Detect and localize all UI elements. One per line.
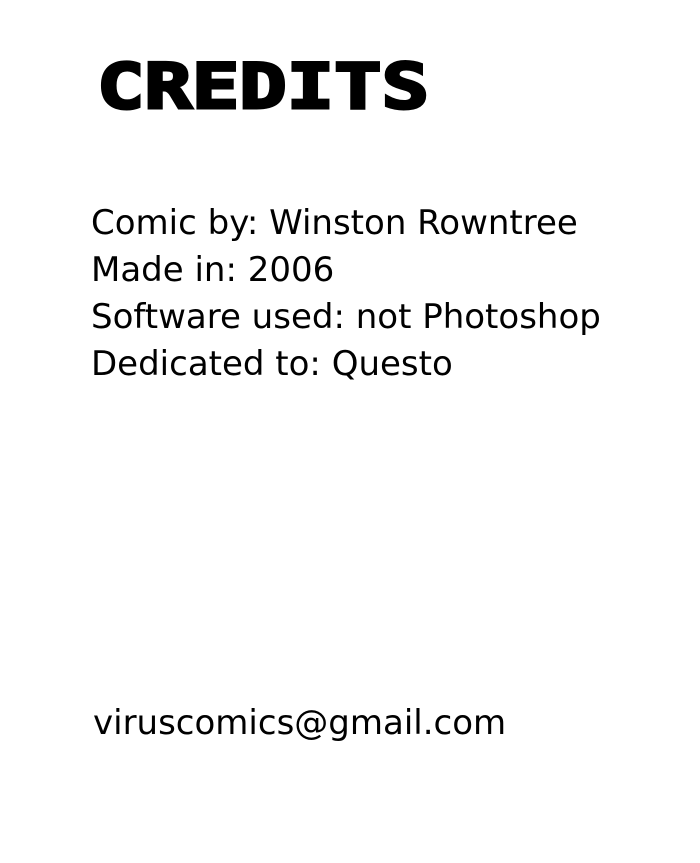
credit-software-used: Software used: not Photoshop: [91, 297, 601, 337]
contact-email: viruscomics@gmail.com: [93, 703, 507, 743]
credit-comic-by: Comic by: Winston Rowntree: [91, 203, 578, 243]
page-title: CREDITS: [97, 58, 429, 116]
page-title-text: CREDITS: [97, 58, 429, 116]
credit-made-in: Made in: 2006: [91, 250, 335, 290]
credit-dedicated-to: Dedicated to: Questo: [91, 344, 453, 384]
credits-list: Comic by: Winston Rowntree Made in: 2006…: [91, 200, 601, 388]
